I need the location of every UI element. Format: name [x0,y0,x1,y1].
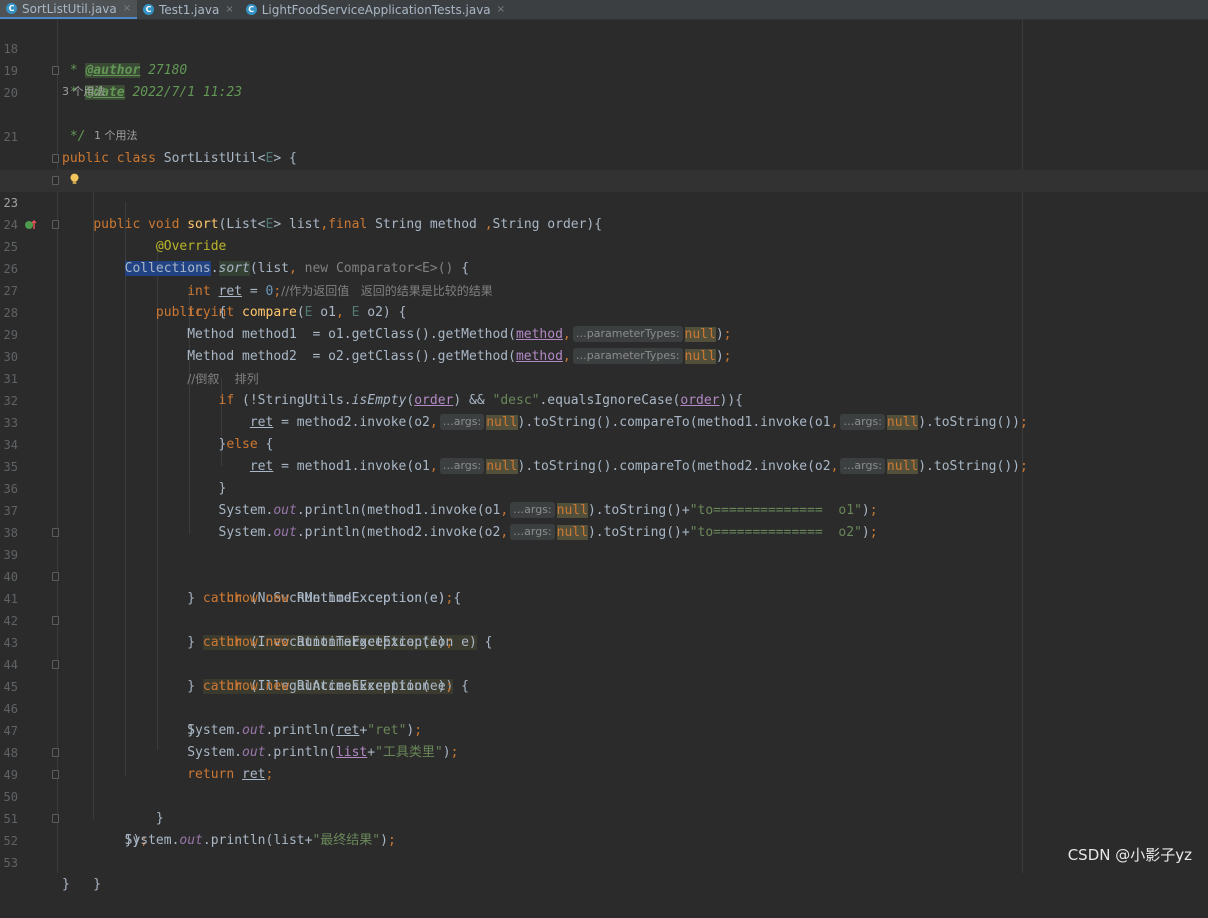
code-line: 19 * @date 2022/7/1 11:23 [0,38,1208,100]
code-line: 28 Method method1 = o1.getClass().getMet… [0,280,1208,342]
fold-marker-icon[interactable] [52,814,59,823]
fold-marker-icon[interactable] [52,154,59,163]
code-line: 45 } [0,654,1208,738]
code-line: 25 public int compare(E o1, E o2) { [0,214,1208,320]
code-line: 32 ret = method2.invoke(o2, …args: null).t… [0,368,1208,430]
code-line: 52 } [0,808,1208,892]
code-line: 22 public void sort(List<E> list,final S… [0,148,1208,232]
tab-label: SortListUtil.java [22,1,117,16]
code-line: 29 Method method2 = o2.getClass().getMet… [0,302,1208,364]
code-line: 27 try { [0,258,1208,320]
tab-label: Test1.java [159,2,220,17]
code-line: 48 return ret; [0,720,1208,782]
code-line: 36 System.out.println(method1.invoke(o1,… [0,456,1208,518]
code-line: 40 throw new RuntimeException(e); [0,544,1208,606]
code-line: 34 ret = method1.invoke(o1, …args: null).t… [0,412,1208,474]
code-line: 38 [0,500,1208,540]
java-class-icon: C [245,4,257,15]
code-line: 44 throw new RuntimeException(e); [0,632,1208,694]
fold-marker-icon[interactable] [52,528,59,537]
close-icon[interactable]: × [225,4,233,15]
code-line: 26 int ret = 0;//作为返回值 返回的结果是比较的结果 [0,236,1208,299]
fold-marker-icon[interactable] [52,220,59,229]
tab-label: LightFoodServiceApplicationTests.java [261,2,491,17]
date-value: 2022/7/1 11:23 [124,85,243,100]
line-number: 20 [3,86,18,100]
fold-marker-icon[interactable] [52,660,59,669]
usages-hint[interactable]: 3 个用法 [62,83,106,101]
fold-marker-icon[interactable] [52,572,59,581]
lightbulb-icon[interactable] [70,173,79,185]
watermark: CSDN @小影子yz [1067,846,1192,864]
java-class-icon: C [6,3,17,14]
fold-marker-icon[interactable] [52,616,59,625]
usages-hint[interactable]: 1 个用法 [94,127,138,145]
code-line: 51 System.out.println(list+"最终结果"); [0,786,1208,848]
close-icon[interactable]: × [123,3,131,14]
code-line: 39 } catch (NoSuchMethodException e) { [0,522,1208,606]
code-line: 47 System.out.println(list+"工具类里"); [0,698,1208,760]
code-line: 33 }else { [0,390,1208,452]
code-line: 21 public class SortListUtil<E> { [0,104,1208,166]
close-icon[interactable]: × [497,4,505,15]
code-line: 35 } [0,434,1208,496]
code-line: 24 @Override [0,192,1208,254]
code-line: 30 //倒叙 排列 [0,324,1208,386]
code-line: 42 throw new RuntimeException(e); [0,588,1208,650]
line-number: 53 [3,856,18,870]
fold-marker-icon[interactable] [52,748,59,757]
code-line: 43 } catch (IllegalAccessException e) { [0,610,1208,694]
fold-marker-icon[interactable] [52,770,59,779]
code-line: 50 }); [0,764,1208,848]
code-line-current: 23 Collections.sort(list, new Comparator… [0,170,1208,276]
implements-method-icon[interactable] [24,218,38,232]
java-class-icon: C [143,4,155,15]
code-editor[interactable]: 18 * @author 27180 19 * @date 2022/7/1 1… [0,20,1208,892]
line-number: 21 [3,130,18,144]
code-line: 18 * @author 27180 [0,16,1208,78]
code-line: 31 if (!StringUtils.isEmpty(order) && "d… [0,346,1208,408]
fold-marker-icon[interactable] [52,66,59,75]
fold-marker-icon[interactable] [52,176,59,185]
code-line: 37 System.out.println(method2.invoke(o2,… [0,478,1208,540]
code-line: 53 } [0,830,1208,892]
code-line: 46 System.out.println(ret+"ret"); [0,676,1208,738]
code-line: 20 */ [0,60,1208,144]
code-line: 49 } [0,742,1208,826]
code-line: 41 } catch (InvocationTargetException e)… [0,566,1208,650]
